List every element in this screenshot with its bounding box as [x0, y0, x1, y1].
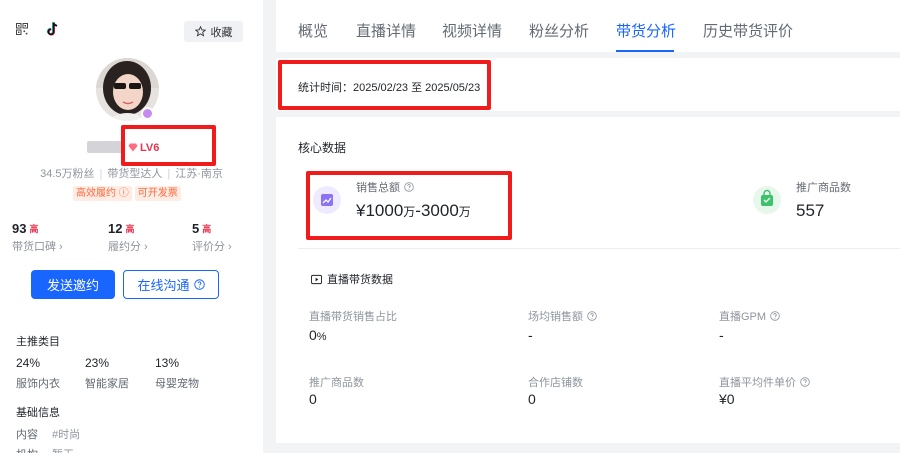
info-row-org: 机构暂无 — [16, 446, 74, 453]
tab-overview[interactable]: 概览 — [298, 20, 328, 41]
sidebar-topbar: 收藏 — [0, 0, 263, 52]
tab-sales-analysis[interactable]: 带货分析 — [616, 20, 676, 41]
level-text: LV6 — [140, 141, 160, 154]
tab-history-reviews[interactable]: 历史带货评价 — [703, 20, 793, 41]
help-circle-icon[interactable] — [587, 311, 597, 321]
metric-partner-shops-value: 0 — [528, 391, 536, 407]
help-circle-icon[interactable] — [800, 377, 810, 387]
date-range-text: 统计时间：2025/02/23 至 2025/05/23 — [298, 82, 481, 94]
creator-meta: 34.5万粉丝 | 带货型达人 | 江苏·南京 — [40, 168, 223, 180]
tab-bar: 概览 直播详情 视频详情 粉丝分析 带货分析 历史带货评价 — [276, 0, 900, 52]
stat-fulfillment[interactable]: 12 高 履约分 › — [108, 221, 148, 254]
date-range-bar: 统计时间：2025/02/23 至 2025/05/23 — [276, 58, 900, 111]
metric-partner-shops-label: 合作店铺数 — [528, 377, 583, 389]
stat-review[interactable]: 5高 评价分 › — [192, 221, 232, 254]
core-data-title: 核心数据 — [298, 141, 347, 155]
rank-badge: 高 — [125, 224, 135, 234]
help-circle-icon[interactable] — [770, 311, 780, 321]
category-name: 服饰内衣 — [16, 378, 60, 390]
verified-badge-icon — [141, 107, 154, 120]
info-row-content: 内容 #时尚 — [16, 429, 81, 441]
category-pct: 24% — [16, 356, 41, 370]
main-category-title: 主推类目 — [16, 336, 60, 348]
diamond-icon — [128, 143, 138, 152]
level-badge: LV6 — [128, 140, 159, 155]
metric-live-gpm-value: - — [719, 327, 724, 343]
analysis-panel: 概览 直播详情 视频详情 粉丝分析 带货分析 历史带货评价 统计时间：2025/… — [276, 0, 900, 453]
basic-info-title: 基础信息 — [16, 407, 60, 419]
metric-avg-unit-price-label: 直播平均件单价 — [719, 374, 810, 390]
help-circle-icon — [193, 279, 205, 290]
metric-avg-unit-price-value: ¥0 — [719, 391, 735, 407]
category-name: 母婴宠物 — [155, 378, 199, 390]
tab-live-detail[interactable]: 直播详情 — [356, 20, 416, 41]
star-icon — [194, 26, 206, 37]
promoted-products-value: 557 — [796, 201, 825, 220]
sales-total-label: 销售总额 — [356, 179, 414, 195]
creator-type: 带货型达人 — [107, 168, 163, 180]
category-name: 智能家居 — [85, 378, 129, 390]
core-data-section: 核心数据 销售总额 ¥1000万-3000万 推广商品数 557 直播带货数据 … — [276, 117, 900, 443]
product-bag-icon — [753, 186, 781, 214]
favorite-label: 收藏 — [210, 26, 233, 39]
rank-badge: 高 — [29, 224, 39, 234]
metric-live-sales-ratio-label: 直播带货销售占比 — [309, 311, 397, 323]
send-invite-button[interactable]: 发送邀约 — [31, 270, 115, 299]
live-sales-title: 直播带货数据 — [311, 271, 393, 287]
metric-avg-sales-value: - — [528, 327, 533, 343]
creator-location: 江苏·南京 — [175, 168, 223, 180]
creator-sidebar: 收藏 LV6 34.5万粉丝 | 带货型达人 | 江苏·南京 高效履约 ⓘ 可开发票 9… — [0, 0, 263, 453]
section-divider — [298, 248, 900, 249]
tab-fans-analysis[interactable]: 粉丝分析 — [529, 20, 589, 41]
metric-promoted-products-label: 推广商品数 — [309, 377, 364, 389]
active-tab-indicator — [616, 50, 674, 52]
metric-avg-sales-label: 场均销售额 — [528, 308, 597, 324]
online-chat-label: 在线沟通 — [137, 278, 190, 293]
metric-promoted-products-value: 0 — [309, 391, 317, 407]
tag-efficient-fulfillment[interactable]: 高效履约 ⓘ — [73, 186, 132, 201]
sales-total-value: ¥1000万-3000万 — [356, 201, 471, 220]
category-pct: 23% — [85, 356, 110, 370]
promoted-products-label: 推广商品数 — [796, 182, 851, 194]
stat-reputation[interactable]: 93 高 带货口碑 › — [12, 221, 63, 254]
metric-live-sales-ratio-value: 0% — [309, 327, 327, 343]
tiktok-icon[interactable] — [44, 21, 60, 37]
tag-invoice: 可开发票 — [134, 186, 181, 201]
qr-code-icon[interactable] — [16, 23, 28, 35]
play-icon — [311, 274, 322, 284]
creator-name-redacted — [87, 141, 123, 153]
rank-badge: 高 — [202, 224, 212, 234]
category-pct: 13% — [155, 356, 180, 370]
help-circle-icon[interactable] — [404, 182, 414, 192]
fans-count: 34.5万粉丝 — [40, 168, 95, 180]
sales-trend-icon — [313, 186, 341, 214]
online-chat-button[interactable]: 在线沟通 — [123, 270, 219, 299]
favorite-button[interactable]: 收藏 — [184, 21, 243, 42]
tab-video-detail[interactable]: 视频详情 — [442, 20, 502, 41]
creator-tags: 高效履约 ⓘ 可开发票 — [73, 186, 181, 201]
metric-live-gpm-label: 直播GPM — [719, 308, 780, 324]
